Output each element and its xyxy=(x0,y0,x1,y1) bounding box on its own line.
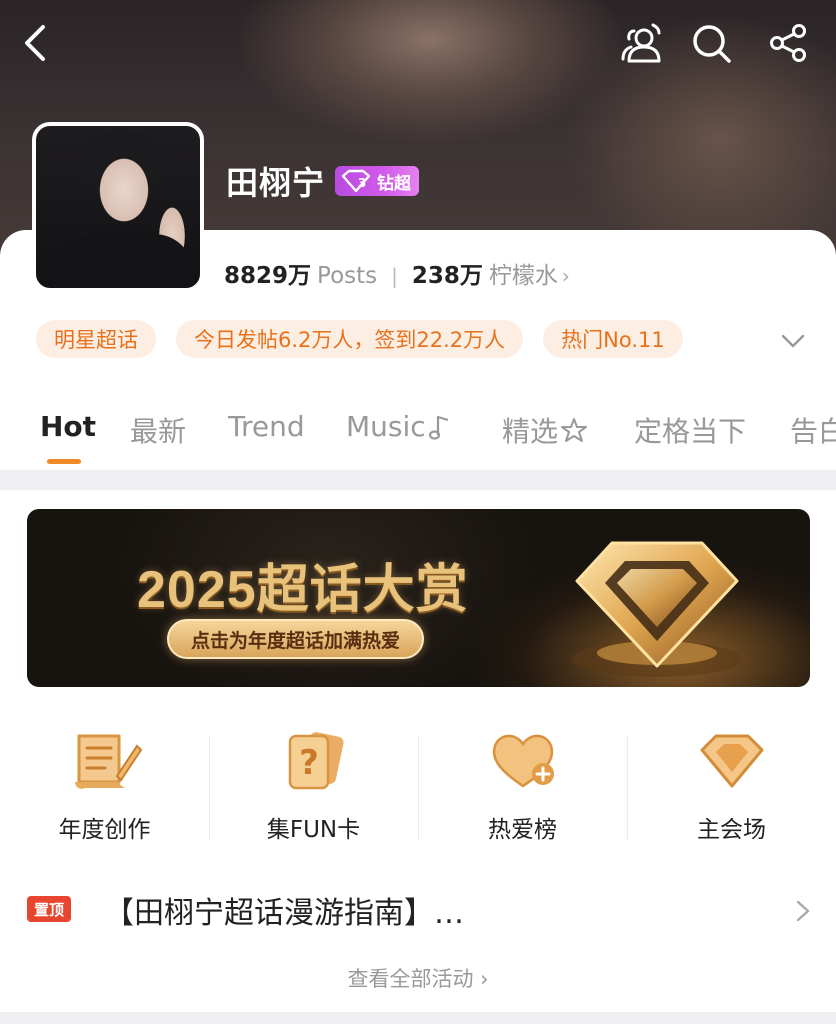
avatar[interactable] xyxy=(32,122,204,292)
grid-item-annual-creation[interactable]: 年度创作 xyxy=(0,726,209,846)
tab-confession[interactable]: 告白 xyxy=(790,410,836,450)
section-divider-bottom xyxy=(0,1012,836,1024)
music-note-icon xyxy=(428,415,448,440)
badge-label: 钻超 xyxy=(377,173,412,194)
stats-separator: | xyxy=(391,264,398,288)
grid-label: 热爱榜 xyxy=(488,817,557,843)
tab-bar: Hot 最新 Trend Music 精选 定格当下 告白 xyxy=(0,400,836,470)
feature-grid: 年度创作 ? 集FUN卡 热爱榜 主会场 xyxy=(0,726,836,846)
grid-item-love-ranking[interactable]: 热爱榜 xyxy=(418,726,627,846)
back-button[interactable] xyxy=(12,18,62,68)
scroll-pen-icon xyxy=(74,734,142,789)
view-all-label: 查看全部活动 xyxy=(347,967,474,991)
gold-diamond-icon xyxy=(572,541,742,677)
search-icon xyxy=(693,25,731,63)
tab-music[interactable]: Music xyxy=(346,410,456,443)
posts-count: 8829万 xyxy=(224,263,312,289)
event-banner[interactable]: 2025超话大赏 点击为年度超话加满热爱 xyxy=(27,509,810,687)
chevron-right-icon: › xyxy=(561,264,570,288)
pinned-title: 【田栩宁超话漫游指南】… xyxy=(104,896,464,931)
diamond-icon xyxy=(700,734,763,788)
stats-row[interactable]: 8829万 Posts | 238万 柠檬水 › xyxy=(224,256,570,290)
tab-trend[interactable]: Trend xyxy=(228,410,305,443)
top-bar xyxy=(0,0,836,90)
tab-hot[interactable]: Hot xyxy=(40,410,96,443)
pinned-badge: 置顶 xyxy=(27,896,71,922)
search-button[interactable] xyxy=(686,18,736,68)
level-badge[interactable]: 3 钻超 xyxy=(335,166,420,196)
people-icon xyxy=(621,23,661,63)
chevron-right-icon: › xyxy=(480,967,489,991)
share-icon xyxy=(770,24,806,62)
grid-item-fun-cards[interactable]: ? 集FUN卡 xyxy=(209,726,418,846)
svg-text:?: ? xyxy=(299,743,319,783)
grid-label: 主会场 xyxy=(697,817,766,843)
tab-featured-label: 精选 xyxy=(502,415,559,448)
sparkle-star-icon xyxy=(561,418,588,442)
banner-button[interactable]: 点击为年度超话加满热爱 xyxy=(167,619,425,659)
tag-row: 明星超话 今日发帖6.2万人，签到22.2万人 热门No.11 xyxy=(36,320,703,358)
fans-label: 柠檬水 xyxy=(488,263,558,289)
fans-count: 238万 xyxy=(411,263,483,289)
chevron-right-icon xyxy=(796,900,810,922)
back-icon xyxy=(25,25,45,61)
avatar-figure xyxy=(54,234,194,288)
svg-text:3: 3 xyxy=(358,176,366,190)
section-divider xyxy=(0,470,836,490)
posts-label: Posts xyxy=(317,263,378,289)
grid-label: 集FUN卡 xyxy=(266,817,361,843)
banner-title: 2025超话大赏 xyxy=(137,561,469,619)
tag-activity[interactable]: 今日发帖6.2万人，签到22.2万人 xyxy=(176,320,524,358)
tag-rank[interactable]: 热门No.11 xyxy=(543,320,683,358)
page-title: 田栩宁 xyxy=(226,164,326,202)
grid-label: 年度创作 xyxy=(58,817,151,843)
tab-active-indicator xyxy=(47,459,81,464)
tab-featured[interactable]: 精选 xyxy=(502,410,590,450)
tab-music-label: Music xyxy=(346,410,426,443)
members-button[interactable] xyxy=(616,18,666,68)
heart-plus-icon xyxy=(492,734,554,788)
diamond-badge-icon: 3 xyxy=(341,169,371,193)
grid-item-main-venue[interactable]: 主会场 xyxy=(627,726,836,846)
tab-moments[interactable]: 定格当下 xyxy=(634,410,746,450)
title-row: 田栩宁 3 钻超 xyxy=(226,158,420,204)
question-cards-icon: ? xyxy=(288,732,344,790)
tab-latest[interactable]: 最新 xyxy=(130,410,186,450)
pinned-post[interactable]: 置顶 【田栩宁超话漫游指南】… xyxy=(0,880,836,940)
tag-category[interactable]: 明星超话 xyxy=(36,320,156,358)
chevron-down-icon[interactable] xyxy=(778,326,808,356)
share-button[interactable] xyxy=(764,18,814,68)
view-all-activities-link[interactable]: 查看全部活动 › xyxy=(0,963,836,993)
